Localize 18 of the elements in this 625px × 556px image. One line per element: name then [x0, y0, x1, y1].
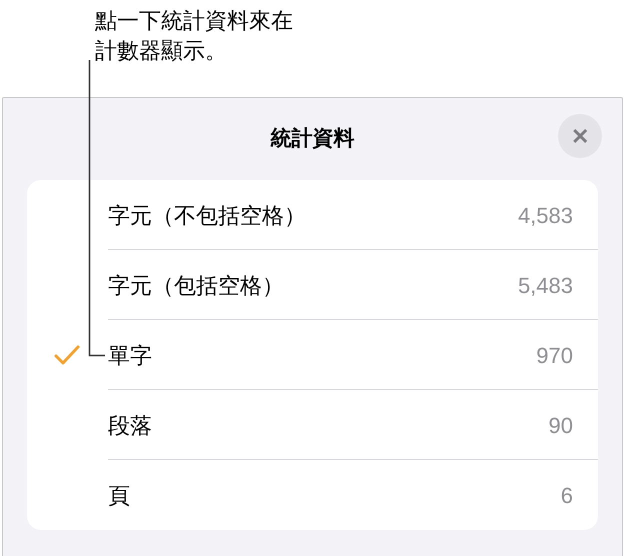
- statistic-row[interactable]: 字元（不包括空格） 4,583: [27, 180, 598, 250]
- callout-text: 點一下統計資料來在: [95, 7, 293, 35]
- statistic-label: 頁: [108, 482, 130, 510]
- statistic-label: 段落: [108, 412, 152, 440]
- statistic-row[interactable]: 頁 6: [27, 460, 598, 530]
- statistic-label: 字元（不包括空格）: [108, 202, 306, 230]
- statistic-row[interactable]: 字元（包括空格） 5,483: [27, 250, 598, 320]
- statistic-label: 單字: [108, 342, 152, 370]
- statistic-row[interactable]: 段落 90: [27, 390, 598, 460]
- statistic-value: 6: [560, 482, 573, 510]
- statistic-value: 5,483: [518, 272, 573, 300]
- statistic-row[interactable]: 單字 970: [27, 320, 598, 390]
- statistic-label: 字元（包括空格）: [108, 272, 284, 300]
- panel-title: 統計資料: [270, 126, 354, 152]
- statistic-value: 90: [548, 412, 573, 440]
- statistic-value: 970: [536, 342, 573, 370]
- callout-text: 計數器顯示。: [95, 37, 227, 65]
- statistic-value: 4,583: [518, 202, 573, 230]
